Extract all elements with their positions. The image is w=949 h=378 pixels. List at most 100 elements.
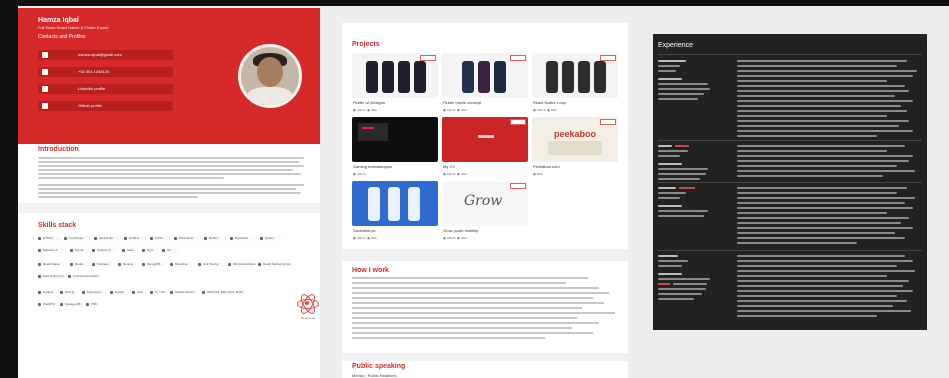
project-thumbnail xyxy=(442,53,528,98)
public-speaking-title: Public speaking xyxy=(352,363,406,370)
project-thumbnail: peekaboo xyxy=(532,117,618,162)
project-title: Gaming Animastopper xyxy=(353,164,393,169)
project-title: My CV xyxy=(443,164,455,169)
project-links[interactable]: ▣ Github ▣ Web xyxy=(443,236,467,240)
section-divider xyxy=(342,249,628,261)
section-divider xyxy=(342,353,628,361)
window-top-edge xyxy=(0,0,949,6)
project-card[interactable]: Grow Grow youth mobility ▣ Github ▣ Web xyxy=(442,181,528,256)
grow-logo: Grow xyxy=(464,193,503,209)
skill-chip: Redux xyxy=(70,262,88,267)
skill-chip: Microinteractions xyxy=(228,262,256,267)
project-links[interactable]: ▣ Github ▣ Web xyxy=(443,172,467,176)
skill-chip: React Native xyxy=(38,262,66,267)
avatar xyxy=(238,44,302,108)
peekaboo-logo: peekaboo xyxy=(554,129,597,139)
skill-chip: Git xyxy=(162,248,178,253)
skill-chip: WebRTC xyxy=(38,302,56,307)
projects-title: Projects xyxy=(352,41,380,48)
mail-icon xyxy=(42,52,48,58)
skill-chip: Material UI xyxy=(38,248,66,253)
contact-label: hamza.iqbal@gmail.com xyxy=(78,52,122,57)
skill-chip: JavaScript xyxy=(94,236,120,241)
project-title: Saveslink.pk xyxy=(353,228,376,233)
project-title: Flutter UI Designs xyxy=(353,100,386,105)
skill-chip: Next.js xyxy=(60,290,78,295)
skill-chip: Unit Testing xyxy=(198,262,224,267)
window-left-edge xyxy=(0,0,18,378)
skill-chip: Firebase xyxy=(92,262,114,267)
project-thumbnail xyxy=(352,117,438,162)
project-title: React Native Loop xyxy=(533,100,566,105)
project-title: Grow youth mobility xyxy=(443,228,479,233)
contact-label: LinkedIn profile xyxy=(78,86,106,91)
public-speaking-subtitle: Mentor / Public Relations xyxy=(352,373,397,378)
linkedin-icon xyxy=(42,86,48,92)
project-thumbnail xyxy=(352,181,438,226)
contact-linkedin[interactable]: LinkedIn profile xyxy=(38,84,173,94)
skill-chip: Docker xyxy=(110,290,128,295)
skill-chip: Storage DB xyxy=(60,302,82,307)
page-frame: Hamza Iqbal Full Stack React Native & Fl… xyxy=(0,0,949,378)
cv-page-projects[interactable]: Projects Flutter UI Designs ▣ Github ▣ W… xyxy=(342,23,628,378)
introduction-title: Introduction xyxy=(38,146,79,153)
skill-chip: jQuery xyxy=(260,236,282,241)
project-title: Flutter movie concept xyxy=(443,100,482,105)
how-i-work-title: How I work xyxy=(352,267,389,274)
skill-chip: HTML5 xyxy=(38,236,60,241)
skill-chip: Npm xyxy=(142,248,158,253)
section-divider xyxy=(18,203,320,213)
project-links[interactable]: ▣ Github ▣ Web xyxy=(353,108,377,112)
cv-page-profile[interactable]: Hamza Iqbal Full Stack React Native & Fl… xyxy=(18,8,320,378)
project-card[interactable]: Saveslink.pk ▣ Github ▣ Web xyxy=(352,181,438,256)
skill-chip: CSS3 xyxy=(150,236,170,241)
skill-chip: TBD xyxy=(86,302,100,307)
skill-chip: Sass xyxy=(122,248,138,253)
skill-chip: Flow Python UI xyxy=(38,274,64,279)
project-thumbnail xyxy=(532,53,618,98)
project-links[interactable]: ▣ Web xyxy=(533,172,543,176)
skill-chip: HTML5 xyxy=(124,236,146,241)
project-thumbnail xyxy=(352,53,438,98)
skill-chip: GitHub Actions xyxy=(170,290,198,295)
skills-title: Skills stack xyxy=(38,222,77,229)
introduction-text xyxy=(38,157,304,200)
contact-email[interactable]: hamza.iqbal@gmail.com xyxy=(38,50,173,60)
contacts-title: Contacts and Profiles xyxy=(38,34,86,40)
contact-github[interactable]: Github profile xyxy=(38,101,173,111)
skill-chip: AWS (S3, EB2, EC2, ECS) xyxy=(202,290,246,295)
skill-chip: React Testing Library xyxy=(258,262,291,267)
skill-chip: Redux xyxy=(204,236,226,241)
react-label: React Live xyxy=(301,316,316,320)
skill-chip: Figma xyxy=(70,248,88,253)
github-icon xyxy=(42,103,48,109)
project-thumbnail xyxy=(442,117,528,162)
skill-chip: TypeScript xyxy=(64,236,90,241)
profile-header: Hamza Iqbal Full Stack React Native & Fl… xyxy=(18,8,320,144)
contact-label: Github profile xyxy=(78,103,102,108)
project-links[interactable]: ▣ Github ▣ Web xyxy=(353,236,377,240)
cv-page-experience[interactable]: Experience xyxy=(653,34,927,330)
how-i-work-list xyxy=(352,277,620,342)
skill-chip: MongoDB xyxy=(142,262,166,267)
skill-chip: CI / CD xyxy=(150,290,166,295)
project-thumbnail: Grow xyxy=(442,181,528,226)
skill-chip: Bootstrap xyxy=(170,262,194,267)
profile-name: Hamza Iqbal xyxy=(38,17,79,24)
skill-chip: Express.js xyxy=(82,290,106,295)
skill-chip: Frontend Animation xyxy=(68,274,102,279)
profile-role: Full Stack React Native & Flutter Expert xyxy=(38,25,109,30)
skill-chip: Node.js xyxy=(38,290,56,295)
experience-title: Experience xyxy=(658,42,694,49)
contact-phone[interactable]: +92 301 1246124 xyxy=(38,67,173,77)
skill-chip: Jest xyxy=(132,290,146,295)
skill-chip: Chakra UI xyxy=(92,248,118,253)
project-links[interactable]: ▣ Github xyxy=(353,172,366,176)
project-card[interactable]: peekaboo Peekaboo.com ▣ Web xyxy=(532,117,618,192)
project-links[interactable]: ▣ Github ▣ Web xyxy=(443,108,467,112)
project-links[interactable]: ▣ Github ▣ Web xyxy=(533,108,557,112)
skill-chip: Node.js xyxy=(118,262,138,267)
skill-chip: Bootstrap xyxy=(230,236,256,241)
contact-label: +92 301 1246124 xyxy=(78,69,110,74)
skill-chip: Photoshop xyxy=(174,236,200,241)
